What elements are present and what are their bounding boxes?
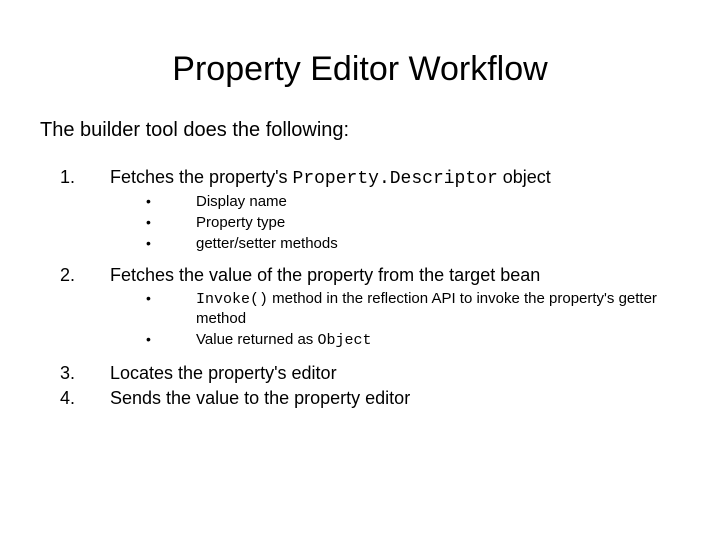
list-item: • Invoke() method in the reflection API … xyxy=(140,290,680,329)
step-text: Fetches the property's Property.Descript… xyxy=(110,167,680,189)
slide: Property Editor Workflow The builder too… xyxy=(0,0,720,433)
subitem-text: getter/setter methods xyxy=(196,235,680,254)
intro-text: The builder tool does the following: xyxy=(40,119,680,142)
list-item: • Value returned as Object xyxy=(140,331,680,351)
step-number: 4. xyxy=(40,388,110,409)
bullet-icon: • xyxy=(140,193,196,209)
code-text: Object xyxy=(317,332,371,349)
step-number: 1. xyxy=(40,167,110,188)
step-4: 4. Sends the value to the property edito… xyxy=(40,388,680,409)
text-part: Fetches the property's xyxy=(110,167,293,187)
code-text: Invoke() xyxy=(196,291,268,308)
slide-title: Property Editor Workflow xyxy=(40,50,680,89)
subitem-text: Invoke() method in the reflection API to… xyxy=(196,290,680,329)
text-part: Value returned as xyxy=(196,331,317,348)
step-number: 3. xyxy=(40,363,110,384)
list-item: • Display name xyxy=(140,193,680,212)
step-text: Locates the property's editor xyxy=(110,363,680,384)
step-1: 1. Fetches the property's Property.Descr… xyxy=(40,167,680,189)
subitem-text: Value returned as Object xyxy=(196,331,680,351)
bullet-icon: • xyxy=(140,331,196,347)
subitem-text: Display name xyxy=(196,193,680,212)
step-text: Fetches the value of the property from t… xyxy=(110,265,680,286)
step-number: 2. xyxy=(40,265,110,286)
bullet-icon: • xyxy=(140,290,196,306)
step-3: 3. Locates the property's editor xyxy=(40,363,680,384)
bullet-icon: • xyxy=(140,214,196,230)
step-2: 2. Fetches the value of the property fro… xyxy=(40,265,680,286)
steps-list: 1. Fetches the property's Property.Descr… xyxy=(40,167,680,409)
code-text: Property.Descriptor xyxy=(293,169,498,189)
text-part: object xyxy=(498,167,551,187)
subitem-text: Property type xyxy=(196,214,680,233)
step-text: Sends the value to the property editor xyxy=(110,388,680,409)
list-item: • Property type xyxy=(140,214,680,233)
step-2-sublist: • Invoke() method in the reflection API … xyxy=(140,290,680,350)
bullet-icon: • xyxy=(140,235,196,251)
step-1-sublist: • Display name • Property type • getter/… xyxy=(140,193,680,253)
list-item: • getter/setter methods xyxy=(140,235,680,254)
